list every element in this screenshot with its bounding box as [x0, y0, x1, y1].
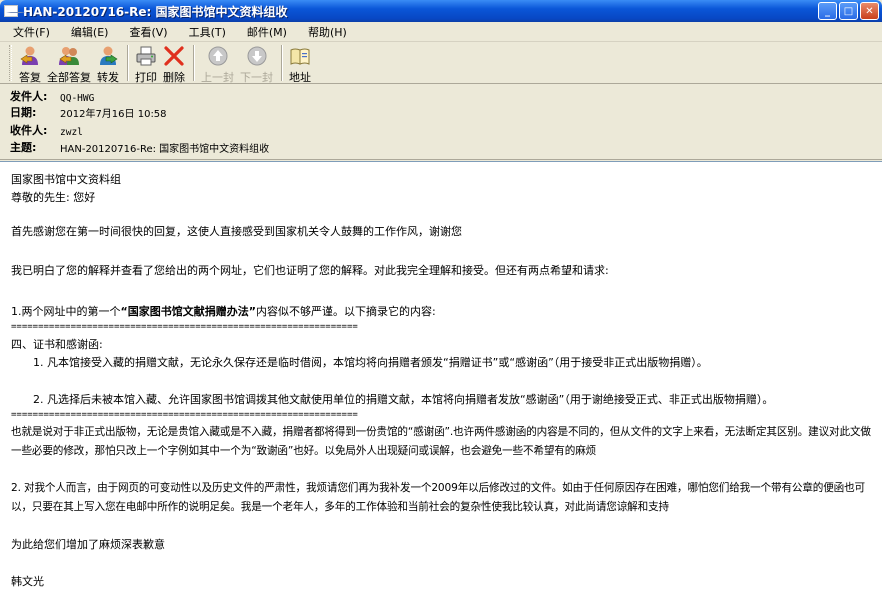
- menu-view[interactable]: 查看(V): [125, 22, 171, 42]
- menu-edit[interactable]: 编辑(E): [67, 22, 113, 42]
- reply-all-button[interactable]: 全部答复: [47, 42, 91, 84]
- arrow-up-icon: [207, 45, 229, 67]
- previous-message-button[interactable]: 上一封: [201, 42, 234, 84]
- subject-row: 主题: HAN-20120716-Re: 国家图书馆中文资料组收: [10, 139, 269, 155]
- to-value[interactable]: zwzl: [60, 127, 83, 138]
- forward-button[interactable]: 转发: [97, 42, 119, 84]
- toolbar-grip[interactable]: [9, 45, 12, 81]
- reply-icon: [19, 45, 41, 67]
- signature: 韩文光: [11, 575, 44, 588]
- minimize-button[interactable]: _: [818, 2, 837, 20]
- toolbar-separator: [127, 45, 129, 81]
- body-line: 四、证书和感谢函:: [11, 338, 103, 351]
- delete-button[interactable]: 删除: [163, 42, 185, 84]
- printer-icon: [135, 45, 157, 67]
- message-body[interactable]: 国家图书馆中文资料组 尊敬的先生: 您好 首先感谢您在第一时间很快的回复，这使人…: [0, 161, 882, 596]
- separator-line: ========================================…: [11, 322, 358, 332]
- body-line: 首先感谢您在第一时间很快的回复，这使人直接感受到国家机关令人鼓舞的工作作风，谢谢…: [11, 225, 462, 238]
- date-label: 日期:: [10, 106, 37, 119]
- message-header: 发件人: QQ-HWG 日期: 2012年7月16日 10:58 收件人: zw…: [0, 85, 882, 160]
- body-line: 为此给您们增加了麻烦深表歉意: [11, 538, 165, 551]
- maximize-button[interactable]: □: [839, 2, 858, 20]
- envelope-icon: [4, 5, 26, 17]
- menu-tools[interactable]: 工具(T): [185, 22, 230, 42]
- body-line: 国家图书馆中文资料组: [11, 173, 121, 186]
- body-line: 2. 凡选择后未被本馆入藏、允许国家图书馆调拨其他文献使用单位的捐赠文献，本馆将…: [33, 393, 774, 406]
- from-row: 发件人: QQ-HWG: [10, 88, 94, 104]
- window-title: HAN-20120716-Re: 国家图书馆中文资料组收: [23, 4, 288, 19]
- body-text: 内容似不够严谨。以下摘录它的内容:: [255, 305, 436, 318]
- close-button[interactable]: ✕: [860, 2, 879, 20]
- body-paragraph: 也就是说对于非正式出版物，无论是贵馆入藏或是不入藏，捐赠者都将得到一份贵馆的“感…: [11, 426, 871, 457]
- to-label: 收件人:: [10, 123, 48, 137]
- toolbar-separator: [193, 45, 195, 81]
- toolbar-separator: [281, 45, 283, 81]
- body-line: 我已明白了您的解释并查看了您给出的两个网址，它们也证明了您的解释。对此我完全理解…: [11, 264, 609, 277]
- body-paragraph: 2. 对我个人而言，由于网页的可变动性以及历史文件的严肃性，我烦请您们再为我补发…: [11, 482, 865, 513]
- next-message-button[interactable]: 下一封: [240, 42, 273, 84]
- menu-help[interactable]: 帮助(H): [304, 22, 351, 42]
- title-bar: HAN-20120716-Re: 国家图书馆中文资料组收 _ □ ✕: [0, 0, 882, 22]
- from-value[interactable]: QQ-HWG: [60, 93, 94, 104]
- body-line: 1.两个网址中的第一个“国家图书馆文献捐赠办法”内容似不够严谨。以下摘录它的内容…: [11, 303, 871, 321]
- forward-icon: [97, 45, 119, 67]
- arrow-down-icon: [246, 45, 268, 67]
- separator-line: ========================================…: [11, 410, 358, 420]
- delete-x-icon: [163, 45, 185, 67]
- menu-bar: 文件(F) 编辑(E) 查看(V) 工具(T) 邮件(M) 帮助(H): [0, 22, 882, 42]
- body-text: 1.两个网址中的第一个: [11, 305, 121, 318]
- address-book-button[interactable]: 地址: [289, 42, 311, 84]
- address-book-icon: [289, 45, 311, 67]
- subject-label: 主题:: [10, 141, 37, 154]
- policy-title: “国家图书馆文献捐赠办法”: [120, 305, 256, 318]
- date-row: 日期: 2012年7月16日 10:58: [10, 104, 167, 120]
- subject-value: HAN-20120716-Re: 国家图书馆中文资料组收: [60, 143, 270, 155]
- menu-message[interactable]: 邮件(M): [243, 22, 291, 42]
- from-label: 发件人:: [10, 90, 48, 103]
- date-value: 2012年7月16日 10:58: [60, 108, 167, 120]
- body-line: 1. 凡本馆接受入藏的捐赠文献，无论永久保存还是临时借阅，本馆均将向捐赠者颁发“…: [33, 356, 708, 369]
- print-button[interactable]: 打印: [135, 42, 157, 84]
- body-line: 尊敬的先生: 您好: [11, 191, 96, 204]
- menu-file[interactable]: 文件(F): [9, 22, 54, 42]
- to-row: 收件人: zwzl: [10, 121, 83, 139]
- toolbar: 答复 全部答复 转发 打印 删除 上一封 下一封 地址: [0, 42, 882, 84]
- reply-all-icon: [58, 45, 80, 67]
- reply-button[interactable]: 答复: [19, 42, 41, 84]
